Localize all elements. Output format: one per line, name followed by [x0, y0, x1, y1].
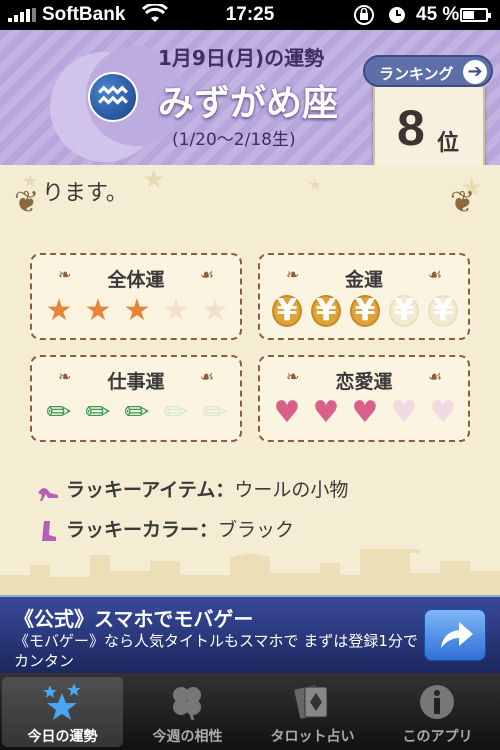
- flourish-right-icon: ☙: [427, 367, 442, 386]
- yen-coin-icon: ¥: [311, 295, 341, 327]
- star-empty-icon: ★: [201, 293, 229, 328]
- rank-card: 8 位: [373, 85, 485, 173]
- yen-coin-empty-icon: ¥: [389, 295, 419, 327]
- money-fortune-rating: ¥ ¥ ¥ ¥ ¥: [272, 295, 458, 327]
- tab-label: 今週の相性: [152, 729, 223, 745]
- heart-icon: ♥: [351, 395, 379, 430]
- fortune-date-title: 1月9日(月)の運勢: [158, 46, 325, 70]
- love-fortune-card: ❧ 恋愛運 ☙ ♥ ♥ ♥ ♥ ♥: [258, 355, 470, 442]
- pencil-icon: ✏: [46, 395, 72, 430]
- overall-fortune-card: ❧ 全体運 ☙ ★ ★ ★ ★ ★: [30, 253, 242, 340]
- overall-fortune-rating: ★ ★ ★ ★ ★: [44, 295, 230, 327]
- rank-number: 8: [397, 100, 425, 156]
- star-empty-icon: ★: [162, 293, 190, 328]
- work-fortune-card: ❧ 仕事運 ☙ ✏ ✏ ✏ ✏ ✏: [30, 355, 242, 442]
- yen-coin-icon: ¥: [272, 295, 302, 327]
- tab-label: このアプリ: [402, 729, 473, 745]
- arrow-right-icon: ➔: [463, 60, 487, 84]
- tab-weekly-compatibility[interactable]: 今週の相性: [127, 677, 248, 747]
- heart-empty-icon: ♥: [429, 395, 457, 430]
- fortune-description: ります。: [42, 181, 128, 206]
- fortune-content[interactable]: ★ ★ ★ ★ ります。 ❦ ❦ ❧ 全体運 ☙ ★ ★ ★ ★ ★ ❧ 金運 …: [0, 165, 500, 595]
- tab-label: 今日の運勢: [27, 729, 98, 745]
- battery-icon: [460, 8, 491, 22]
- tab-bar: 今日の運勢 今週の相性 タロット占い このアプリ: [0, 673, 500, 750]
- love-fortune-rating: ♥ ♥ ♥ ♥ ♥: [272, 397, 458, 429]
- star-icon: ★: [45, 293, 73, 328]
- tab-today-fortune[interactable]: 今日の運勢: [2, 677, 123, 747]
- background-star-icon: ★: [142, 165, 166, 195]
- ornament-right-icon: ❦: [450, 185, 476, 220]
- lucky-item-row: ラッキーアイテム：ウールの小物: [36, 475, 348, 503]
- city-silhouette-decoration: [0, 549, 500, 595]
- info-icon: [420, 685, 454, 719]
- ad-title: 《公式》スマホでモバゲー: [14, 607, 254, 631]
- clover-icon: [173, 687, 201, 721]
- background-star-icon: ★: [308, 175, 323, 194]
- lucky-item-separator: ：: [215, 479, 235, 501]
- yen-coin-empty-icon: ¥: [428, 295, 458, 327]
- work-fortune-rating: ✏ ✏ ✏ ✏ ✏: [44, 397, 230, 429]
- pencil-empty-icon: ✏: [202, 395, 228, 430]
- flourish-right-icon: ☙: [199, 265, 214, 284]
- heart-icon: ♥: [273, 395, 301, 430]
- header: 1月9日(月)の運勢 みずがめ座 (1/20〜2/18生) 8 位 ランキング …: [0, 30, 500, 173]
- stars-icon: [43, 683, 81, 720]
- alarm-icon: [389, 7, 405, 23]
- lucky-item-value: ウールの小物: [234, 479, 349, 501]
- aquarius-icon: [88, 72, 138, 122]
- tarot-card-icon: [294, 685, 328, 719]
- pencil-icon: ✏: [85, 395, 111, 430]
- rotation-lock-icon: [354, 5, 374, 25]
- heart-icon: ♥: [312, 395, 340, 430]
- status-bar: SoftBank 17:25 45 %: [0, 0, 500, 30]
- zodiac-sign-name: みずがめ座: [158, 83, 339, 124]
- tab-tarot[interactable]: タロット占い: [252, 677, 373, 747]
- pencil-icon: ✏: [124, 395, 150, 430]
- ranking-label-bar: ランキング ➔: [363, 55, 493, 87]
- star-icon: ★: [123, 293, 151, 328]
- share-arrow-icon: [441, 622, 473, 648]
- ornament-left-icon: ❦: [14, 185, 40, 220]
- star-icon: ★: [84, 293, 112, 328]
- pencil-empty-icon: ✏: [163, 395, 189, 430]
- ad-banner[interactable]: 《公式》スマホでモバゲー 《モバゲー》なら人気タイトルもスマホで まずは登録1分…: [0, 595, 500, 673]
- tab-label: タロット占い: [270, 729, 355, 745]
- ranking-button[interactable]: 8 位 ランキング ➔: [363, 55, 493, 176]
- yen-coin-icon: ¥: [350, 295, 380, 327]
- flourish-right-icon: ☙: [427, 265, 442, 284]
- rank-unit: 位: [437, 131, 460, 156]
- ranking-label: ランキング: [379, 65, 454, 83]
- ad-body: 《モバゲー》なら人気タイトルもスマホで まずは登録1分でカンタン: [14, 632, 418, 670]
- lucky-item-label: ラッキーアイテム: [66, 479, 216, 501]
- money-fortune-card: ❧ 金運 ☙ ¥ ¥ ¥ ¥ ¥: [258, 253, 470, 340]
- flourish-right-icon: ☙: [199, 367, 214, 386]
- battery-percent: 45 %: [416, 4, 460, 25]
- tab-about-app[interactable]: このアプリ: [377, 677, 498, 747]
- high-heel-icon: [38, 487, 58, 501]
- zodiac-date-range: (1/20〜2/18生): [172, 130, 296, 150]
- heart-empty-icon: ♥: [390, 395, 418, 430]
- ad-open-button[interactable]: [424, 609, 486, 661]
